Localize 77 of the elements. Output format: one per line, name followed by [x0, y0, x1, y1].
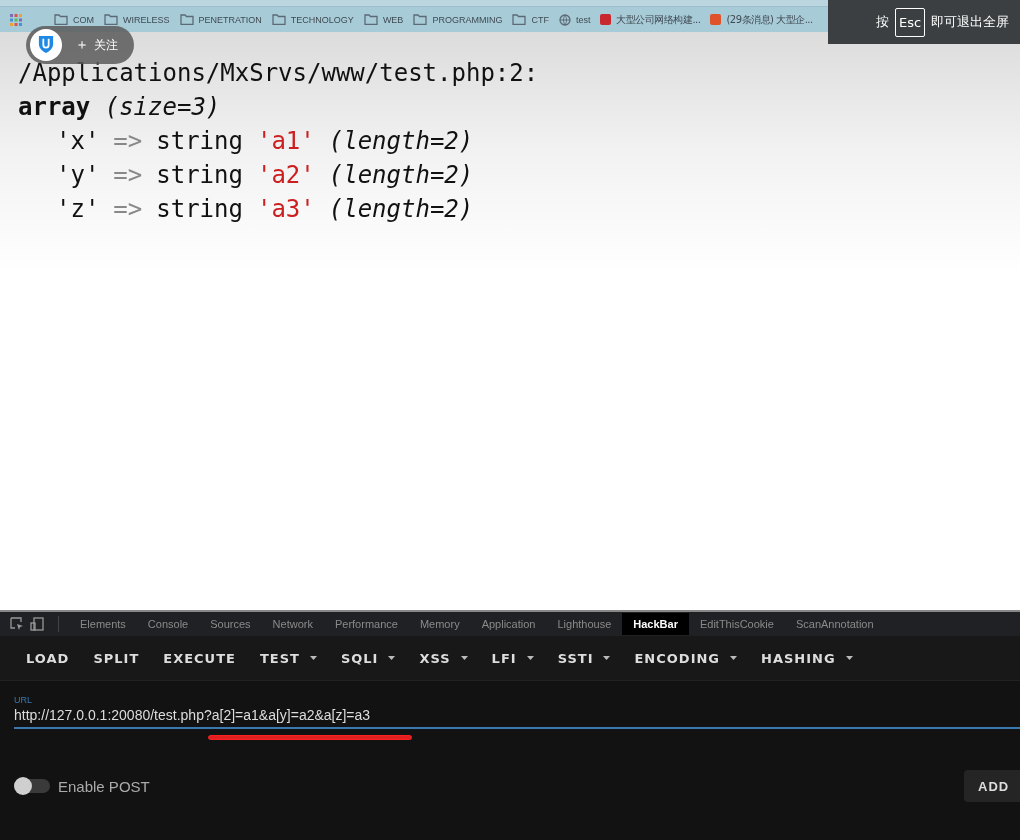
esc-key: Esc: [895, 7, 926, 37]
bookmark[interactable]: WIRELESS: [104, 14, 170, 25]
array-key: 'x': [56, 124, 100, 158]
folder-icon: [512, 14, 527, 25]
bookmark[interactable]: 大型公司网络构建...: [600, 12, 701, 27]
value-length: (length=2): [328, 160, 474, 191]
arrow-operator: =>: [113, 194, 143, 225]
devtools-tab[interactable]: EditThisCookie: [688, 613, 785, 635]
folder-icon: [54, 14, 68, 25]
array-key: 'y': [56, 158, 100, 192]
folder-icon: [363, 14, 378, 25]
devtools-tab[interactable]: Memory: [408, 613, 471, 635]
devtools-tab[interactable]: Console: [136, 613, 200, 635]
caret-icon: [603, 656, 611, 660]
devtools-tab[interactable]: Performance: [323, 613, 409, 635]
string-value: 'a1': [256, 126, 315, 157]
url-field[interactable]: URL http://127.0.0.1:20080/test.php?a[2]=a1&a[y]=a2&a[z]=a3: [14, 695, 1020, 729]
url-text: http://127.0.0.1:20080/test.php?a[2]=a1&a[y]=a2&a[z]=a3: [14, 707, 372, 723]
menu-button[interactable]: LOAD: [18, 644, 78, 672]
value-length: (length=2): [328, 126, 474, 157]
folder-icon: [413, 14, 428, 25]
folder-icon: [179, 14, 194, 25]
menu-button[interactable]: LFI: [483, 644, 542, 672]
arrow-operator: =>: [113, 126, 143, 157]
menu-button[interactable]: TEST: [251, 644, 325, 672]
menu-button[interactable]: ENCODING: [626, 644, 745, 672]
folder-icon: [271, 14, 286, 25]
array-key: 'z': [56, 192, 100, 226]
bookmark[interactable]: WEB: [363, 14, 404, 25]
menu-button[interactable]: SPLIT: [85, 644, 148, 672]
caret-icon: [460, 656, 468, 660]
hint-text: 按: [876, 13, 889, 31]
menu-button[interactable]: HASHING: [753, 644, 861, 672]
inspect-icon[interactable]: [10, 617, 24, 631]
devtools-tab[interactable]: Sources: [199, 613, 262, 635]
follow-button[interactable]: ＋ 关注: [26, 26, 134, 64]
globe-icon: [558, 13, 571, 26]
hint-text: 即可退出全屏: [931, 13, 1010, 31]
menu-button[interactable]: XSS: [411, 644, 476, 672]
dump-size: (size=3): [104, 93, 221, 121]
bookmark[interactable]: PROGRAMMING: [413, 14, 503, 25]
devtools-tab[interactable]: HackBar: [622, 613, 689, 635]
devtools-tab[interactable]: Elements: [69, 613, 137, 635]
device-icon[interactable]: [30, 617, 44, 631]
devtools-tab[interactable]: Application: [470, 613, 547, 635]
value-type: string: [156, 194, 243, 225]
bookmark[interactable]: PENETRATION: [179, 14, 262, 25]
shield-logo-icon: [30, 29, 62, 61]
string-value: 'a2': [256, 160, 315, 191]
devtools-tab[interactable]: Lighthouse: [546, 613, 623, 635]
bookmark[interactable]: test: [558, 13, 591, 26]
arrow-operator: =>: [113, 160, 143, 191]
menu-button[interactable]: SQLI: [332, 644, 404, 672]
add-button[interactable]: ADD: [964, 770, 1020, 802]
value-length: (length=2): [328, 194, 474, 225]
bookmark[interactable]: (29条消息) 大型企...: [710, 12, 813, 27]
menu-button[interactable]: SSTI: [549, 644, 619, 672]
toggle-label: Enable POST: [58, 777, 150, 795]
devtools-tab[interactable]: Network: [261, 613, 324, 635]
bookmark[interactable]: TECHNOLOGY: [271, 14, 354, 25]
apps-grid-icon[interactable]: [10, 13, 22, 26]
caret-icon: [730, 656, 737, 660]
field-label: URL: [14, 695, 33, 705]
caret-icon: [309, 656, 317, 660]
string-value: 'a3': [256, 194, 315, 225]
menu-button[interactable]: EXECUTE: [155, 644, 244, 672]
caret-icon: [845, 656, 853, 660]
dump-type: array: [18, 93, 91, 121]
devtools-tab[interactable]: ScanAnnotation: [784, 613, 885, 635]
value-type: string: [156, 126, 243, 157]
caret-icon: [526, 656, 534, 660]
caret-icon: [388, 656, 396, 660]
folder-icon: [104, 14, 118, 25]
bookmark[interactable]: CTF: [512, 14, 549, 25]
value-type: string: [156, 160, 243, 191]
toggle-switch[interactable]: [14, 779, 50, 793]
bookmark[interactable]: COM: [54, 14, 94, 25]
